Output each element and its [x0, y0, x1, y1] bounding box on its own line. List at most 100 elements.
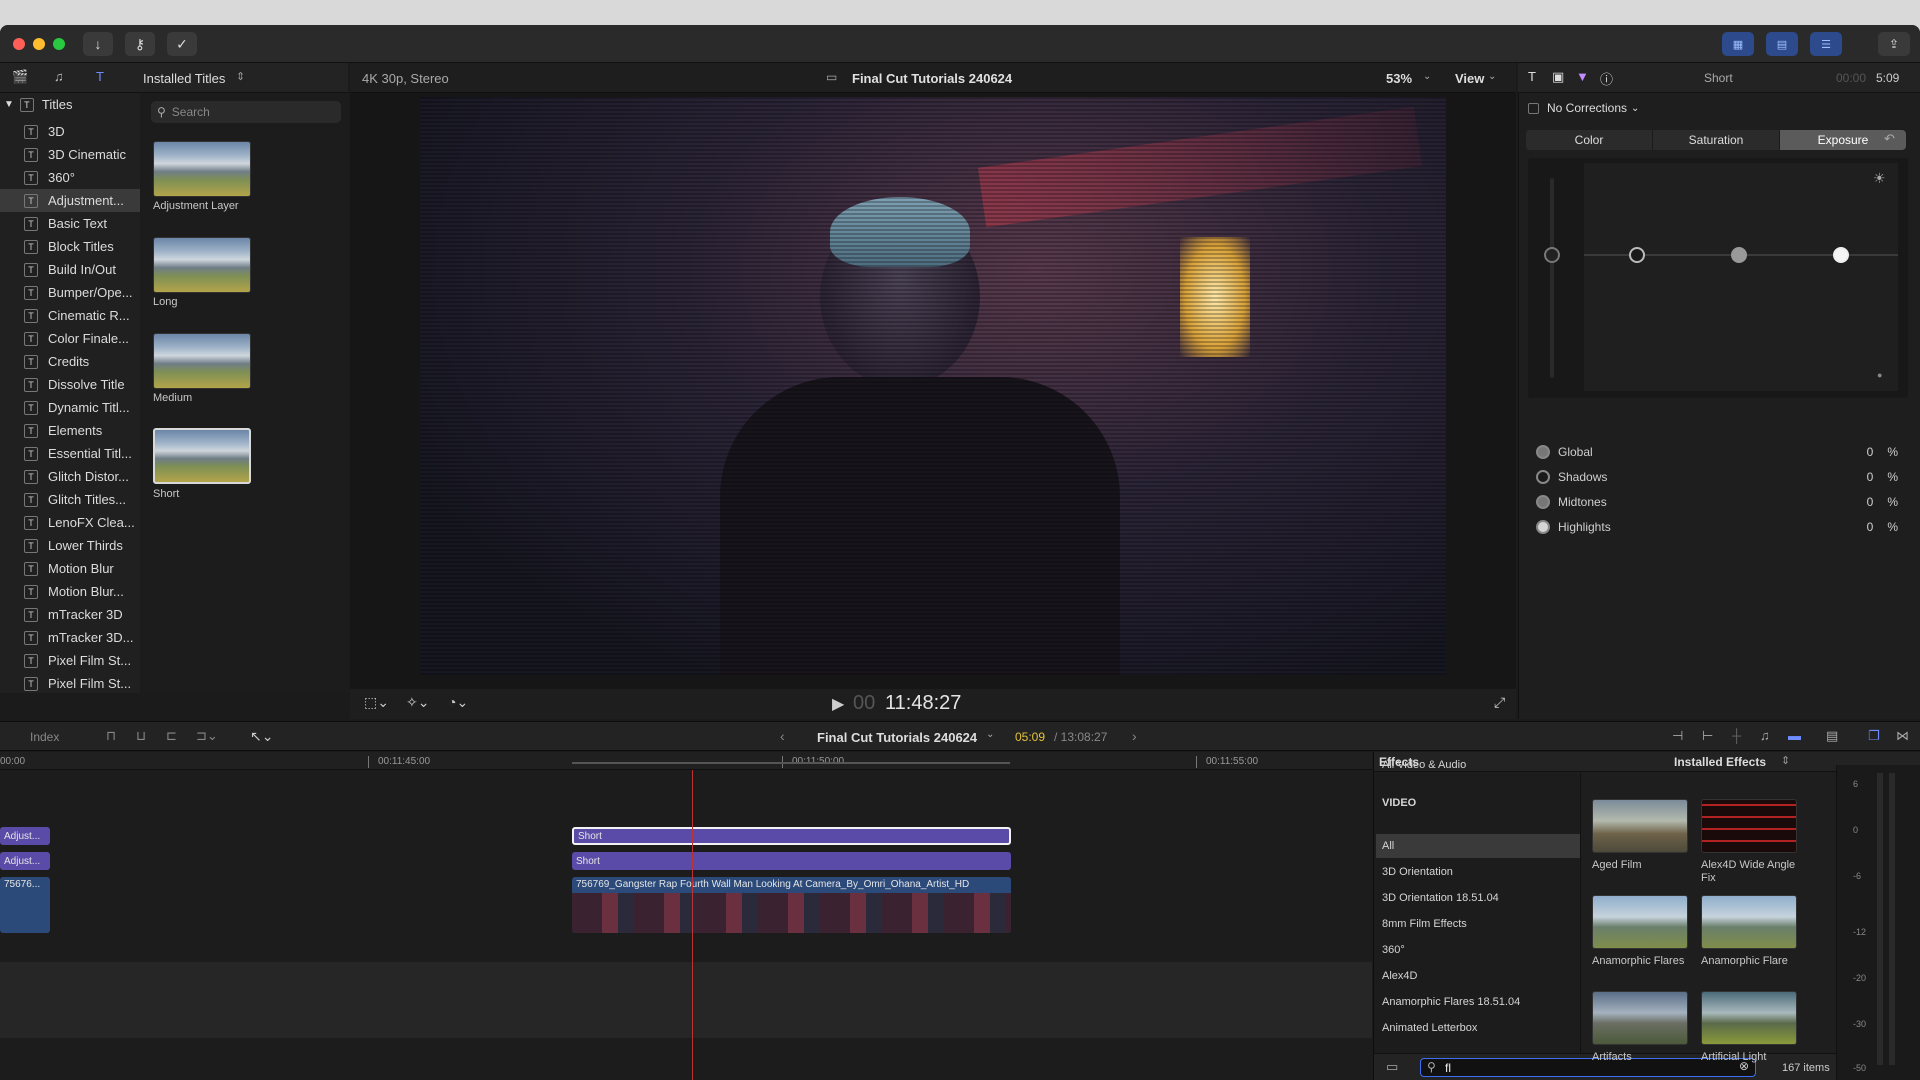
insert-clip-icon[interactable]: ⊔	[136, 728, 146, 744]
overwrite-clip-icon[interactable]: ⊐⌄	[196, 728, 218, 744]
sidebar-item[interactable]: T 3D Cinematic	[0, 143, 140, 166]
exposure-row-value[interactable]: 0	[1867, 445, 1874, 459]
photos-audio-icon[interactable]: ♫	[54, 69, 64, 84]
transform-crop-icon[interactable]: ⬚⌄	[364, 694, 389, 711]
sidebar-item[interactable]: T Block Titles	[0, 235, 140, 258]
sidebar-item[interactable]: T Glitch Distor...	[0, 465, 140, 488]
text-inspector-icon[interactable]: T	[1528, 69, 1536, 84]
titles-generators-icon[interactable]: T	[96, 69, 104, 84]
append-clip-icon[interactable]: ⊏	[166, 728, 177, 744]
effect-thumbnail[interactable]	[1592, 799, 1688, 853]
title-thumb-adjustment-layer[interactable]	[153, 141, 251, 197]
sidebar-item[interactable]: T Pixel Film St...	[0, 672, 140, 693]
libraries-icon[interactable]: 🎬	[12, 69, 28, 85]
color-inspector-icon[interactable]: ▼	[1576, 69, 1589, 84]
background-tasks-button[interactable]: ✓	[167, 32, 197, 56]
play-button-icon[interactable]: ▶	[832, 694, 844, 714]
sidebar-item[interactable]: T Build In/Out	[0, 258, 140, 281]
clip-short-title[interactable]: Short	[572, 852, 1011, 870]
effects-category[interactable]: All Video & Audio	[1376, 753, 1580, 777]
import-button[interactable]: ↓	[83, 32, 113, 56]
tab-saturation[interactable]: Saturation	[1653, 130, 1780, 150]
sidebar-root-titles[interactable]: ▼ T Titles	[4, 97, 72, 112]
share-button[interactable]: ⇪	[1878, 32, 1910, 56]
effect-thumbnail[interactable]	[1701, 895, 1797, 949]
midtones-puck[interactable]	[1731, 247, 1747, 263]
info-inspector-icon[interactable]: ⓘ	[1600, 69, 1613, 88]
effects-category[interactable]: 8mm Film Effects	[1376, 912, 1580, 936]
sidebar-item[interactable]: T Lower Thirds	[0, 534, 140, 557]
corrections-menu[interactable]: No Corrections ⌄	[1528, 101, 1639, 115]
exposure-row-value[interactable]: 0	[1867, 520, 1874, 534]
effect-thumbnail[interactable]	[1592, 991, 1688, 1045]
forward-arrow-icon[interactable]: ›	[1132, 728, 1137, 744]
master-exposure-puck[interactable]	[1544, 247, 1560, 263]
effects-source-menu[interactable]: Installed Effects	[1674, 755, 1766, 769]
browser-layout-button[interactable]: ▦	[1722, 32, 1754, 56]
sidebar-item[interactable]: T 3D	[0, 120, 140, 143]
exposure-row-value[interactable]: 0	[1867, 495, 1874, 509]
effect-thumbnail[interactable]	[1701, 799, 1797, 853]
corrections-checkbox[interactable]	[1528, 102, 1539, 114]
close-window-button[interactable]	[13, 38, 25, 50]
sidebar-item[interactable]: T Cinematic R...	[0, 304, 140, 327]
reset-icon[interactable]: ↶	[1884, 131, 1895, 147]
effects-category[interactable]: 3D Orientation 18.51.04	[1376, 886, 1580, 910]
sidebar-item[interactable]: T Color Finale...	[0, 327, 140, 350]
title-thumb-long[interactable]	[153, 237, 251, 293]
zoom-to-fit-icon[interactable]: ⊣	[1672, 728, 1683, 744]
clip-adjustment-left[interactable]: Adjust...	[0, 827, 50, 845]
search-field[interactable]: ⚲ Search	[151, 101, 341, 123]
index-button[interactable]: Index	[30, 730, 59, 744]
sidebar-item[interactable]: T Glitch Titles...	[0, 488, 140, 511]
clip-short-title-selected[interactable]: Short	[572, 827, 1011, 845]
video-inspector-icon[interactable]: ▣	[1552, 69, 1564, 85]
effects-category[interactable]: 360°	[1376, 938, 1580, 962]
exposure-row[interactable]: Midtones 0%	[1536, 491, 1906, 513]
snapping-icon[interactable]: ▬	[1788, 728, 1801, 743]
keywords-button[interactable]: ⚷	[125, 32, 155, 56]
enhance-wand-icon[interactable]: ✧⌄	[406, 694, 429, 711]
view-menu[interactable]: View	[1455, 71, 1484, 86]
connect-clip-icon[interactable]: ⊓	[106, 728, 116, 744]
tab-color[interactable]: Color	[1526, 130, 1653, 150]
shadows-puck[interactable]	[1629, 247, 1645, 263]
sidebar-item[interactable]: T Motion Blur	[0, 557, 140, 580]
clip-adjustment-left[interactable]: Adjust...	[0, 852, 50, 870]
browser-source-menu[interactable]: Installed Titles	[143, 71, 225, 86]
title-thumb-medium[interactable]	[153, 333, 251, 389]
sidebar-item[interactable]: T 360°	[0, 166, 140, 189]
sidebar-toggle-icon[interactable]: ▭	[1386, 1059, 1398, 1075]
clip-video-left[interactable]: 75676...	[0, 877, 50, 933]
effects-category[interactable]: Anamorphic Flares 18.51.04	[1376, 990, 1580, 1014]
clip-appearance-icon[interactable]: ▤	[1826, 728, 1838, 744]
exposure-row[interactable]: Global 0%	[1536, 441, 1906, 463]
playhead[interactable]	[692, 770, 693, 1080]
inspector-layout-button[interactable]: ☰	[1810, 32, 1842, 56]
effect-thumbnail[interactable]	[1592, 895, 1688, 949]
retime-speed-icon[interactable]: ◔⌄	[448, 694, 468, 711]
video-frame[interactable]	[420, 97, 1446, 675]
effects-category[interactable]: Animated Letterbox	[1376, 1016, 1580, 1040]
highlights-puck[interactable]	[1833, 247, 1849, 263]
timeline-area[interactable]: 00:00 00:11:45:00 00:11:50:00 00:11:55:0…	[0, 752, 1372, 1080]
timecode-display[interactable]: 11:48:27	[885, 692, 961, 715]
sidebar-item[interactable]: T Credits	[0, 350, 140, 373]
transitions-browser-icon[interactable]: ⋈	[1896, 728, 1909, 744]
sidebar-item[interactable]: TmTracker 3D	[0, 603, 140, 626]
exposure-row[interactable]: Shadows 0%	[1536, 466, 1906, 488]
title-thumb-short[interactable]	[153, 428, 251, 484]
effects-category[interactable]: 3D Orientation	[1376, 860, 1580, 884]
timeline-layout-button[interactable]: ▤	[1766, 32, 1798, 56]
effect-thumbnail[interactable]	[1701, 991, 1797, 1045]
exposure-row-value[interactable]: 0	[1867, 470, 1874, 484]
sidebar-item[interactable]: T Dissolve Title	[0, 373, 140, 396]
zoom-menu[interactable]: 53%	[1386, 71, 1412, 86]
back-arrow-icon[interactable]: ‹	[780, 728, 785, 744]
sidebar-item[interactable]: T LenoFX Clea...	[0, 511, 140, 534]
minimize-window-button[interactable]	[33, 38, 45, 50]
effects-category[interactable]: All	[1376, 834, 1580, 858]
effects-category[interactable]: Alex4D	[1376, 964, 1580, 988]
sidebar-item[interactable]: T Basic Text	[0, 212, 140, 235]
headphones-icon[interactable]: ♫	[1760, 728, 1770, 743]
